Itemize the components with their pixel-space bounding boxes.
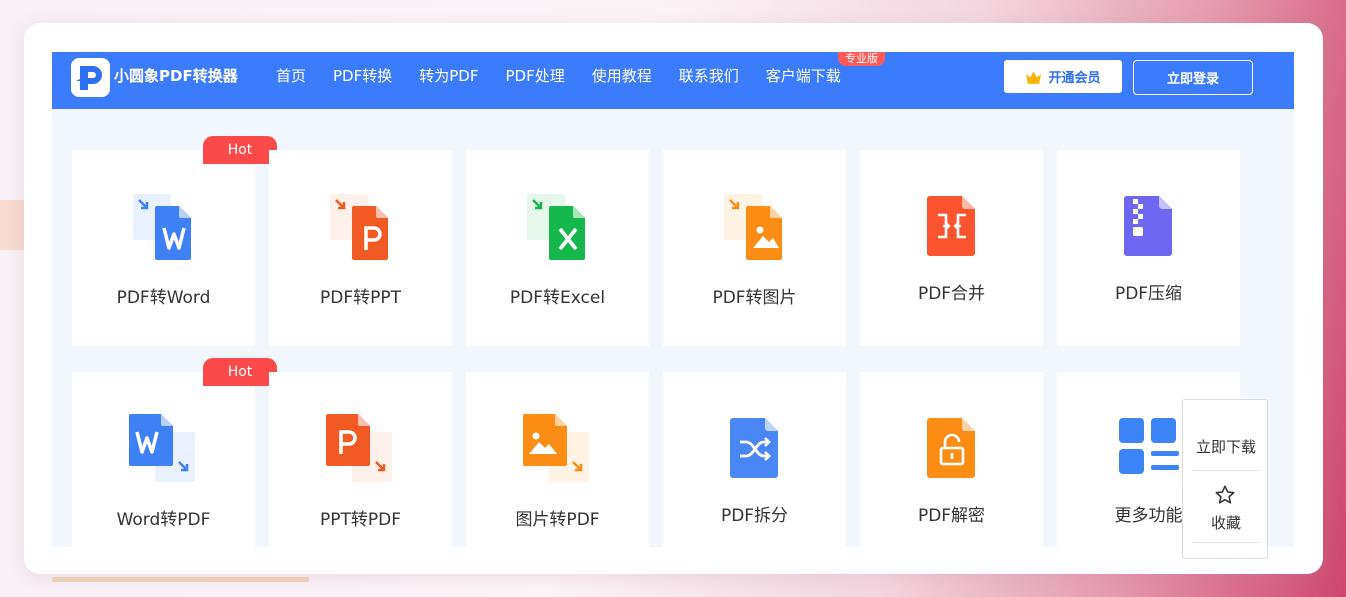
favorite-label: 收藏: [1210, 514, 1241, 532]
tool-ppt-to-pdf[interactable]: PPT转PDF: [269, 372, 452, 547]
tool-pdf-to-ppt[interactable]: PDF转PPT: [269, 150, 452, 346]
pdf-to-image-icon: [720, 192, 790, 266]
divider: [1193, 542, 1259, 543]
pro-edition-badge: 专业版: [838, 52, 885, 66]
image-to-pdf-icon: [522, 414, 593, 488]
background-underline: [52, 577, 309, 582]
tool-label: PDF转Excel: [509, 288, 606, 308]
pdf-to-excel-icon: [523, 192, 593, 266]
tool-label: PDF压缩: [1114, 284, 1183, 304]
brand-name[interactable]: 小圆象PDF转换器: [114, 52, 238, 100]
open-vip-label: 开通会员: [1048, 71, 1101, 86]
pdf-compress-icon: [1123, 196, 1174, 260]
tool-word-to-pdf[interactable]: Word转PDF: [72, 372, 255, 547]
tool-label: PDF转PPT: [319, 288, 401, 308]
tool-pdf-merge[interactable]: PDF合并: [860, 150, 1043, 346]
tool-label: PDF合并: [917, 284, 986, 304]
login-button[interactable]: 立即登录: [1133, 60, 1253, 95]
tool-label: PDF拆分: [720, 506, 789, 526]
tool-label: Word转PDF: [116, 510, 211, 530]
tool-label: PDF解密: [917, 506, 986, 526]
hot-badge: Hot: [203, 358, 277, 386]
tool-pdf-to-word[interactable]: PDF转Word: [72, 150, 255, 346]
tool-label: 图片转PDF: [515, 510, 600, 530]
tool-image-to-pdf[interactable]: 图片转PDF: [466, 372, 649, 547]
open-vip-button[interactable]: 开通会员: [1004, 60, 1122, 93]
pdf-to-ppt-icon: [326, 192, 396, 266]
tool-pdf-to-image[interactable]: PDF转图片: [663, 150, 846, 346]
pdf-decrypt-icon: [926, 418, 977, 482]
nav-home[interactable]: 首页: [276, 52, 306, 100]
nav-tutorial[interactable]: 使用教程: [592, 52, 652, 100]
main-nav: 首页 PDF转换 转为PDF PDF处理 使用教程 联系我们 客户端下载: [276, 52, 868, 100]
brand-logo-icon[interactable]: [71, 58, 110, 97]
nav-client-download[interactable]: 客户端下载: [766, 52, 841, 100]
tool-label: PDF转Word: [116, 288, 211, 308]
nav-contact[interactable]: 联系我们: [679, 52, 739, 100]
nav-pdf-process[interactable]: PDF处理: [505, 52, 564, 100]
divider: [1193, 470, 1259, 471]
more-features-icon: [1118, 418, 1179, 478]
top-navbar: 小圆象PDF转换器 首页 PDF转换 转为PDF PDF处理 使用教程 联系我们…: [52, 52, 1294, 109]
floating-side-panel: 立即下载 收藏: [1182, 399, 1268, 559]
hot-badge: Hot: [203, 136, 277, 164]
crown-icon: [1026, 71, 1042, 84]
word-to-pdf-icon: [128, 414, 199, 488]
app-viewport: 小圆象PDF转换器 首页 PDF转换 转为PDF PDF处理 使用教程 联系我们…: [52, 52, 1294, 547]
download-now-button[interactable]: 立即下载: [1183, 436, 1269, 457]
tool-pdf-split[interactable]: PDF拆分: [663, 372, 846, 547]
tool-pdf-decrypt[interactable]: PDF解密: [860, 372, 1043, 547]
tool-pdf-to-excel[interactable]: PDF转Excel: [466, 150, 649, 346]
tool-label: PDF转图片: [712, 288, 797, 308]
pdf-merge-icon: [926, 196, 977, 260]
tool-label: PPT转PDF: [319, 510, 401, 530]
ppt-to-pdf-icon: [325, 414, 396, 488]
star-icon: [1214, 484, 1236, 510]
pdf-split-icon: [729, 418, 780, 482]
nav-pdf-convert[interactable]: PDF转换: [333, 52, 392, 100]
tool-pdf-compress[interactable]: PDF压缩: [1057, 150, 1240, 346]
pdf-to-word-icon: [129, 192, 199, 266]
nav-to-pdf[interactable]: 转为PDF: [419, 52, 478, 100]
